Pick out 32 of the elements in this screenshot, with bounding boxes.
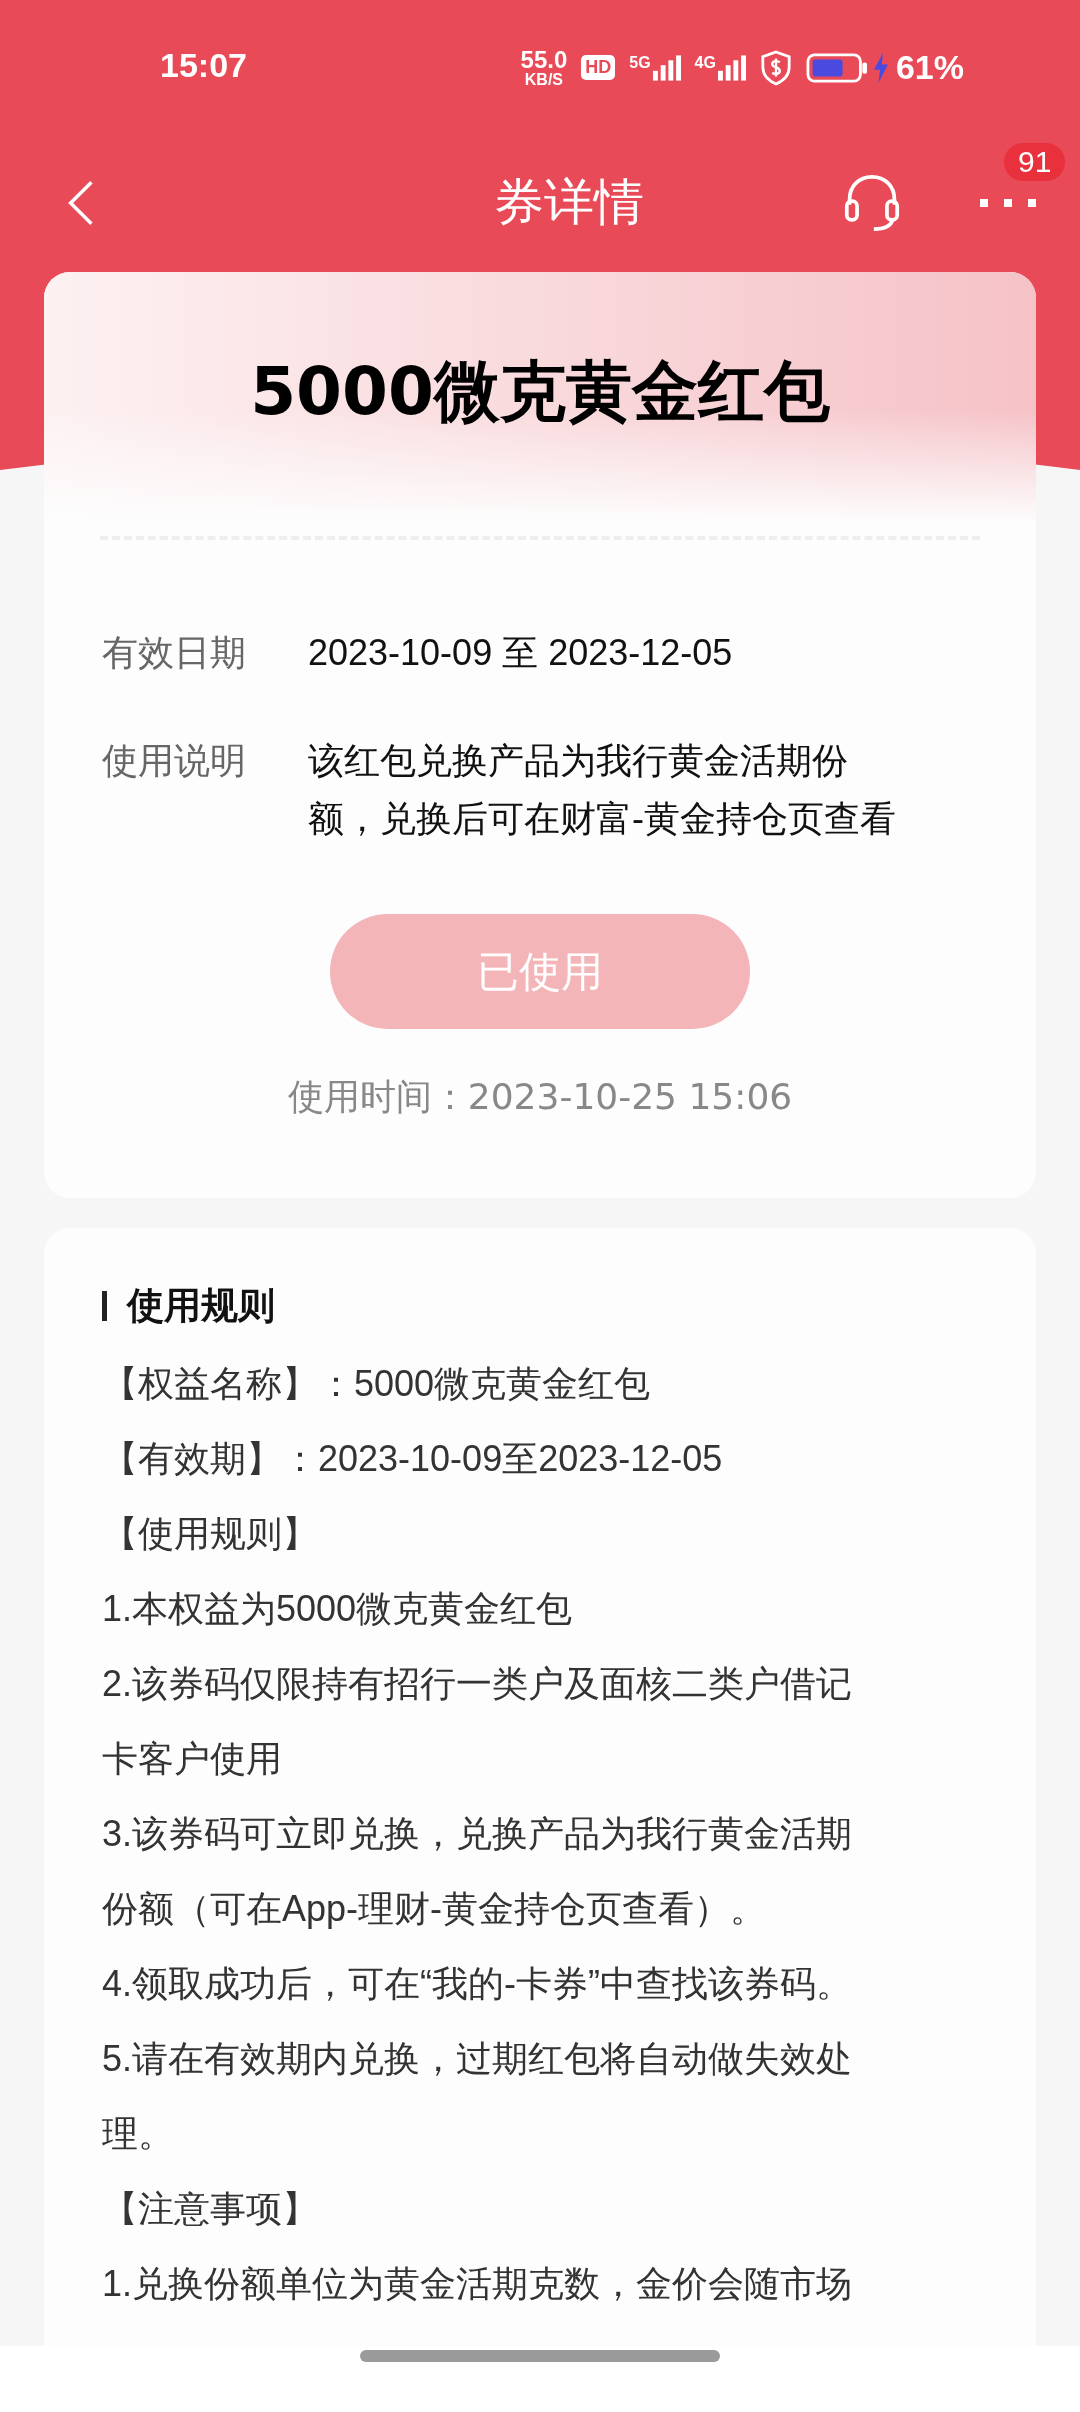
shield-icon <box>759 49 792 86</box>
rule-text: 【使用规则】 <box>102 1512 319 1556</box>
headset-icon[interactable] <box>844 172 900 233</box>
network-speed: 55.0 <box>520 47 568 72</box>
rule-text: 【权益名称】：5000微克黄金红包 <box>102 1362 652 1406</box>
hd-icon: HD <box>581 55 616 80</box>
field-value: 该红包兑换产品为我行黄金活期份额，兑换后可在财富-黄金持仓页查看 <box>308 739 897 841</box>
more-icon[interactable] <box>980 196 1036 209</box>
rule-text: 5.请在有效期内兑换，过期红包将自动做失效处理。 <box>102 2037 854 2156</box>
field-label: 有效日期 <box>102 631 246 675</box>
rule-text: 3.该券码可立即兑换，兑换产品为我行黄金活期份额（可在App-理财-黄金持仓页查看）。 <box>102 1812 854 1931</box>
rule-text: 【注意事项】 <box>102 2187 319 2231</box>
battery-icon <box>805 52 868 83</box>
rule-text: 4.领取成功后，可在“我的-卡券”中查找该券码。 <box>102 1962 853 2006</box>
rule-text: 1.本权益为5000微克黄金红包 <box>102 1587 574 1631</box>
network-type: 4G <box>694 53 716 72</box>
field-label: 使用说明 <box>102 739 246 783</box>
signal-icon <box>652 53 681 82</box>
signal-icon <box>717 53 746 82</box>
battery-percent: 61% <box>895 48 964 87</box>
section-heading: 使用规则 <box>127 1283 275 1329</box>
status-time: 15:07 <box>160 46 247 85</box>
speed-unit: KB/S <box>524 71 563 88</box>
heading-bar <box>102 1291 107 1321</box>
rule-text: 2.该券码仅限持有招行一类户及面核二类户借记卡客户使用 <box>102 1662 854 1781</box>
page-title: 券详情 <box>493 172 645 233</box>
rule-text: 【有效期】：2023-10-09至2023-12-05 <box>102 1437 724 1481</box>
field-value: 2023-10-09 至 2023-12-05 <box>308 631 734 675</box>
used-time: 使用时间：2023-10-25 15:06 <box>286 1075 794 1119</box>
network-type: 5G <box>629 53 651 72</box>
coupon-title: 5000微克黄金红包 <box>250 352 830 432</box>
rule-text: 1.兑换份额单位为黄金活期克数，金价会随市场 <box>102 2262 854 2306</box>
